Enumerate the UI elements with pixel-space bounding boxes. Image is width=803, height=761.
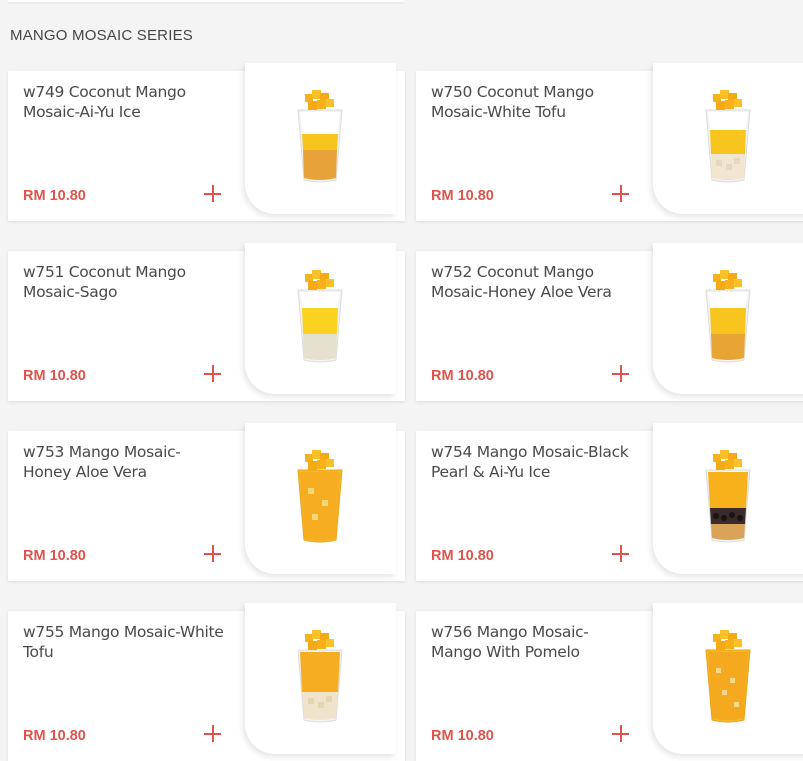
product-price: RM 10.80 xyxy=(431,548,494,564)
drink-cup-icon xyxy=(705,90,751,183)
add-to-cart-button[interactable] xyxy=(609,722,633,746)
product-price: RM 10.80 xyxy=(23,728,86,744)
product-price: RM 10.80 xyxy=(23,188,86,204)
product-card[interactable]: w755 Mango Mosaic-White Tofu RM 10.80 xyxy=(8,603,405,761)
product-image[interactable] xyxy=(245,603,396,754)
add-to-cart-button[interactable] xyxy=(201,362,225,386)
product-name: w754 Mango Mosaic-Black Pearl & Ai-Yu Ic… xyxy=(431,443,629,481)
add-to-cart-button[interactable] xyxy=(609,542,633,566)
add-to-cart-button[interactable] xyxy=(201,722,225,746)
add-to-cart-button[interactable] xyxy=(609,362,633,386)
product-price: RM 10.80 xyxy=(431,368,494,384)
product-price: RM 10.80 xyxy=(431,728,494,744)
product-name: w755 Mango Mosaic-White Tofu xyxy=(23,623,224,661)
drink-cup-icon xyxy=(705,450,751,543)
product-name: w749 Coconut Mango Mosaic-Ai-Yu Ice xyxy=(23,83,186,121)
product-price: RM 10.80 xyxy=(431,188,494,204)
product-card[interactable]: w756 Mango Mosaic-Mango With Pomelo RM 1… xyxy=(416,603,803,761)
product-card[interactable]: w753 Mango Mosaic-Honey Aloe Vera RM 10.… xyxy=(8,423,405,581)
product-name: w752 Coconut Mango Mosaic-Honey Aloe Ver… xyxy=(431,263,612,301)
drink-cup-icon xyxy=(705,270,751,363)
product-price: RM 10.80 xyxy=(23,548,86,564)
product-image[interactable] xyxy=(653,243,803,394)
add-to-cart-button[interactable] xyxy=(609,182,633,206)
add-to-cart-button[interactable] xyxy=(201,182,225,206)
product-card[interactable]: w751 Coconut Mango Mosaic-Sago RM 10.80 xyxy=(8,243,405,401)
drink-cup-icon xyxy=(297,90,343,183)
product-name: w756 Mango Mosaic-Mango With Pomelo xyxy=(431,623,589,661)
product-grid: w749 Coconut Mango Mosaic-Ai-Yu Ice RM 1… xyxy=(0,0,803,761)
product-price: RM 10.80 xyxy=(23,368,86,384)
product-name: w750 Coconut Mango Mosaic-White Tofu xyxy=(431,83,594,121)
product-card[interactable]: w750 Coconut Mango Mosaic-White Tofu RM … xyxy=(416,63,803,221)
product-name: w751 Coconut Mango Mosaic-Sago xyxy=(23,263,186,301)
product-image[interactable] xyxy=(653,423,803,574)
product-image[interactable] xyxy=(653,603,803,754)
add-to-cart-button[interactable] xyxy=(201,542,225,566)
product-image[interactable] xyxy=(245,63,396,214)
product-card[interactable]: w754 Mango Mosaic-Black Pearl & Ai-Yu Ic… xyxy=(416,423,803,581)
drink-cup-icon xyxy=(297,630,343,723)
drink-cup-icon xyxy=(297,450,343,543)
product-image[interactable] xyxy=(245,243,396,394)
product-image[interactable] xyxy=(653,63,803,214)
drink-cup-icon xyxy=(705,630,751,723)
product-card[interactable]: w752 Coconut Mango Mosaic-Honey Aloe Ver… xyxy=(416,243,803,401)
product-name: w753 Mango Mosaic-Honey Aloe Vera xyxy=(23,443,181,481)
product-image[interactable] xyxy=(245,423,396,574)
drink-cup-icon xyxy=(297,270,343,363)
product-card[interactable]: w749 Coconut Mango Mosaic-Ai-Yu Ice RM 1… xyxy=(8,63,405,221)
